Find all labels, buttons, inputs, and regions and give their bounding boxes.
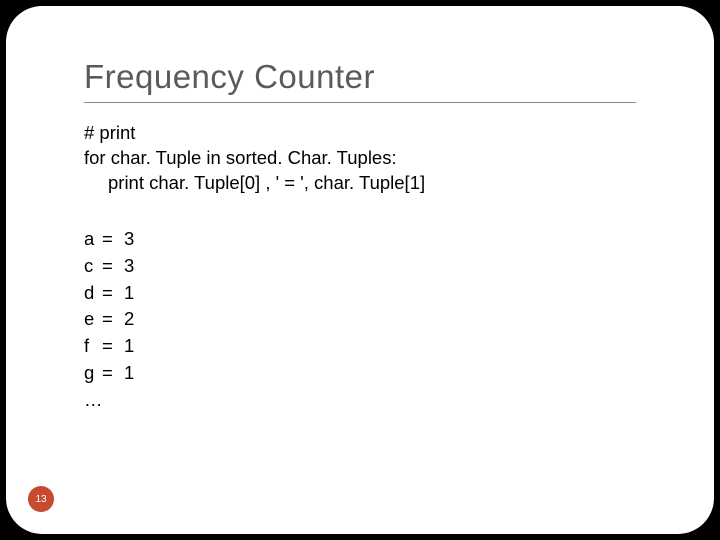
code-comment: # print [84, 121, 636, 146]
output-val: 2 [124, 306, 134, 333]
output-val: 3 [124, 226, 134, 253]
equals-sign: = [102, 226, 124, 253]
output-row: g = 1 [84, 360, 636, 387]
equals-sign: = [102, 280, 124, 307]
equals-sign: = [102, 333, 124, 360]
output-val: 1 [124, 360, 134, 387]
slide-frame: Frequency Counter # print for char. Tupl… [6, 6, 714, 534]
output-block: a = 3 c = 3 d = 1 e = 2 f = 1 g = 1 [84, 226, 636, 414]
output-ellipsis: … [84, 387, 103, 414]
output-ellipsis-row: … [84, 387, 636, 414]
equals-sign: = [102, 253, 124, 280]
output-row: f = 1 [84, 333, 636, 360]
code-for-loop: for char. Tuple in sorted. Char. Tuples: [84, 146, 636, 171]
page-title: Frequency Counter [84, 58, 636, 103]
output-val: 1 [124, 280, 134, 307]
output-key: c [84, 253, 102, 280]
output-key: f [84, 333, 102, 360]
output-row: d = 1 [84, 280, 636, 307]
page-number-badge: 13 [28, 486, 54, 512]
equals-sign: = [102, 306, 124, 333]
output-val: 3 [124, 253, 134, 280]
output-key: g [84, 360, 102, 387]
output-key: a [84, 226, 102, 253]
output-val: 1 [124, 333, 134, 360]
output-row: a = 3 [84, 226, 636, 253]
equals-sign: = [102, 360, 124, 387]
code-block: # print for char. Tuple in sorted. Char.… [84, 121, 636, 196]
output-row: c = 3 [84, 253, 636, 280]
output-row: e = 2 [84, 306, 636, 333]
output-key: e [84, 306, 102, 333]
output-key: d [84, 280, 102, 307]
code-print: print char. Tuple[0] , ' = ', char. Tupl… [84, 171, 636, 196]
